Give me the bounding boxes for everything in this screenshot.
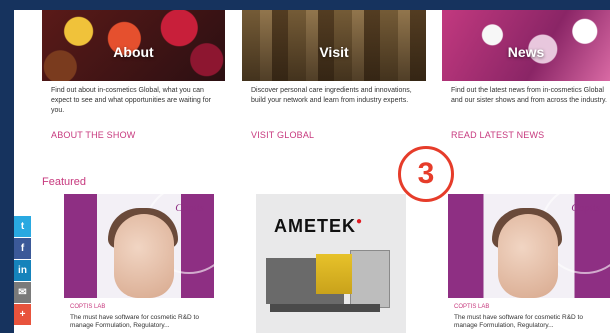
coptis-logo: Coptis	[571, 202, 600, 214]
machine-yellow-panel	[316, 254, 352, 294]
featured-card-ametek[interactable]: AMETEK●	[256, 194, 406, 333]
linkedin-icon[interactable]: in	[14, 260, 31, 281]
featured-card-coptis[interactable]: Coptis COPTIS LAB The must have software…	[64, 194, 214, 333]
coptis-banner-image: Coptis	[64, 194, 214, 298]
more-share-icon[interactable]: +	[14, 304, 31, 325]
model-face	[498, 214, 558, 298]
featured-heading: Featured	[42, 176, 87, 188]
ametek-logo: AMETEK●	[274, 216, 363, 237]
about-the-show-link[interactable]: ABOUT THE SHOW	[51, 130, 135, 140]
ametek-product-image: AMETEK●	[256, 194, 406, 333]
model-face	[114, 214, 174, 298]
about-tile[interactable]: About	[42, 10, 225, 81]
news-tile[interactable]: News	[442, 10, 610, 81]
card-tag: COPTIS LAB	[70, 304, 106, 310]
coptis-logo: Coptis	[175, 202, 204, 214]
social-share-bar: t f in ✉ +	[14, 216, 31, 326]
news-description: Find out the latest news from in-cosmeti…	[451, 87, 607, 104]
visit-caption: Visit	[319, 44, 349, 60]
machine-base	[270, 304, 380, 312]
card-text: The must have software for cosmetic R&D …	[454, 314, 583, 329]
about-description: Find out about in-cosmetics Global, what…	[51, 87, 211, 114]
step-number-badge: 3	[398, 146, 454, 202]
card-text: The must have software for cosmetic R&D …	[70, 314, 199, 329]
ametek-logo-text: AMETEK	[274, 216, 356, 236]
page: About Visit News Find out about in-cosme…	[14, 10, 610, 333]
email-icon[interactable]: ✉	[14, 282, 31, 303]
featured-card-coptis-2[interactable]: Coptis COPTIS LAB The must have software…	[448, 194, 610, 333]
visit-description: Discover personal care ingredients and i…	[251, 87, 412, 104]
about-caption: About	[113, 44, 154, 60]
ametek-machine	[266, 250, 390, 312]
card-tag: COPTIS LAB	[454, 304, 490, 310]
twitter-icon[interactable]: t	[14, 216, 31, 237]
news-caption: News	[507, 44, 545, 60]
facebook-icon[interactable]: f	[14, 238, 31, 259]
coptis-banner-image: Coptis	[448, 194, 610, 298]
visit-global-link[interactable]: VISIT GLOBAL	[251, 130, 314, 140]
registered-mark: ●	[356, 216, 364, 227]
machine-side-unit	[350, 250, 390, 308]
read-latest-news-link[interactable]: READ LATEST NEWS	[451, 130, 544, 140]
visit-tile[interactable]: Visit	[242, 10, 426, 81]
